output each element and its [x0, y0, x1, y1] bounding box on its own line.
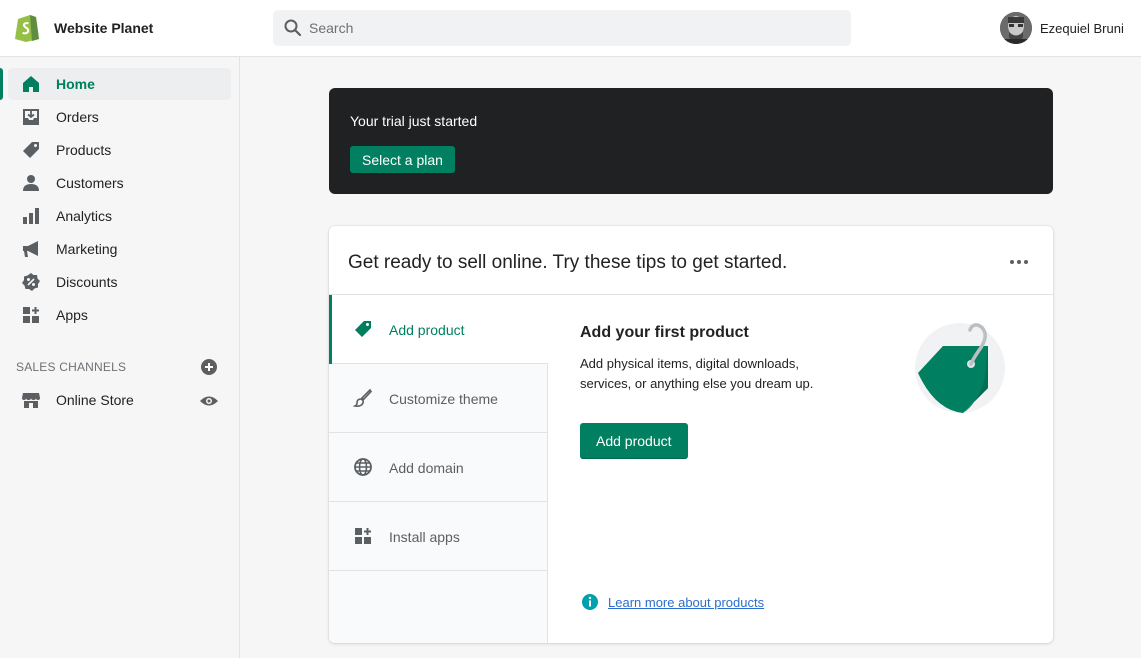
select-plan-button[interactable]: Select a plan: [350, 146, 455, 173]
info-icon: [582, 594, 598, 610]
sidebar-item-discounts[interactable]: Discounts: [8, 266, 231, 298]
tag-icon: [23, 142, 39, 158]
apps-icon: [355, 528, 371, 544]
tab-label: Customize theme: [389, 391, 498, 407]
sidebar-item-label: Online Store: [56, 392, 134, 408]
sidebar-item-label: Orders: [56, 109, 99, 125]
megaphone-icon: [23, 241, 38, 257]
search-input[interactable]: [309, 20, 829, 36]
home-icon: [23, 76, 39, 92]
sidebar-item-label: Apps: [56, 307, 88, 323]
sidebar-item-label: Discounts: [56, 274, 118, 290]
eye-icon[interactable]: [199, 392, 219, 410]
sidebar-item-label: Analytics: [56, 208, 113, 224]
sidebar: Home Orders Products Customers Analytics…: [0, 57, 240, 658]
sidebar-item-customers[interactable]: Customers: [8, 167, 231, 199]
orders-icon: [23, 109, 39, 125]
setup-tips-card: Get ready to sell online. Try these tips…: [329, 226, 1053, 643]
tab-label: Add product: [389, 322, 465, 338]
sidebar-item-marketing[interactable]: Marketing: [8, 233, 231, 265]
person-icon: [23, 175, 39, 191]
sidebar-item-apps[interactable]: Apps: [8, 299, 231, 331]
panel-title: Add your first product: [580, 324, 749, 341]
sidebar-item-label: Home: [56, 76, 95, 92]
globe-icon: [354, 458, 372, 476]
more-options-icon[interactable]: [1009, 258, 1029, 266]
sidebar-item-label: Products: [56, 142, 112, 158]
tab-customize-theme[interactable]: Customize theme: [329, 364, 548, 433]
sidebar-item-orders[interactable]: Orders: [8, 101, 231, 133]
tab-label: Add domain: [389, 460, 464, 476]
learn-more-link[interactable]: Learn more about products: [608, 595, 764, 610]
tab-add-product[interactable]: Add product: [329, 295, 549, 364]
product-tag-illustration: [915, 323, 1005, 413]
tag-icon: [355, 321, 371, 337]
shopify-logo-icon[interactable]: [14, 12, 40, 42]
sidebar-item-label: Customers: [56, 175, 124, 191]
user-menu[interactable]: Ezequiel Bruni: [1000, 12, 1124, 44]
sidebar-item-products[interactable]: Products: [8, 134, 231, 166]
search-icon: [284, 19, 302, 37]
tab-label: Install apps: [389, 529, 460, 545]
discount-icon: [22, 273, 40, 291]
brush-icon: [353, 388, 373, 407]
sidebar-item-online-store[interactable]: Online Store: [8, 384, 231, 416]
sidebar-item-analytics[interactable]: Analytics: [8, 200, 231, 232]
store-icon: [22, 393, 40, 408]
bar-chart-icon: [23, 208, 39, 224]
apps-icon: [23, 307, 39, 323]
card-title: Get ready to sell online. Try these tips…: [348, 252, 788, 273]
trial-message: Your trial just started: [350, 113, 478, 129]
user-name: Ezequiel Bruni: [1040, 20, 1124, 36]
panel-description: Add physical items, digital downloads, s…: [580, 356, 814, 391]
avatar[interactable]: [1000, 12, 1032, 44]
trial-banner: Your trial just started Select a plan: [329, 88, 1053, 194]
sidebar-item-label: Marketing: [56, 241, 118, 257]
tips-tab-list: Add product Customize theme Add domain I…: [329, 295, 549, 643]
sidebar-item-home[interactable]: Home: [8, 68, 231, 100]
add-product-button[interactable]: Add product: [580, 423, 688, 459]
store-name[interactable]: Website Planet: [54, 20, 153, 36]
tab-install-apps[interactable]: Install apps: [329, 502, 548, 571]
top-bar: Website Planet Ezequiel Bruni: [0, 0, 1141, 57]
add-circle-icon[interactable]: [200, 358, 218, 376]
search-bar[interactable]: [273, 10, 851, 46]
tab-add-domain[interactable]: Add domain: [329, 433, 548, 502]
active-indicator: [0, 68, 3, 100]
selected-tab-indicator: [329, 295, 332, 364]
sales-channels-heading: SALES CHANNELS: [16, 360, 127, 374]
